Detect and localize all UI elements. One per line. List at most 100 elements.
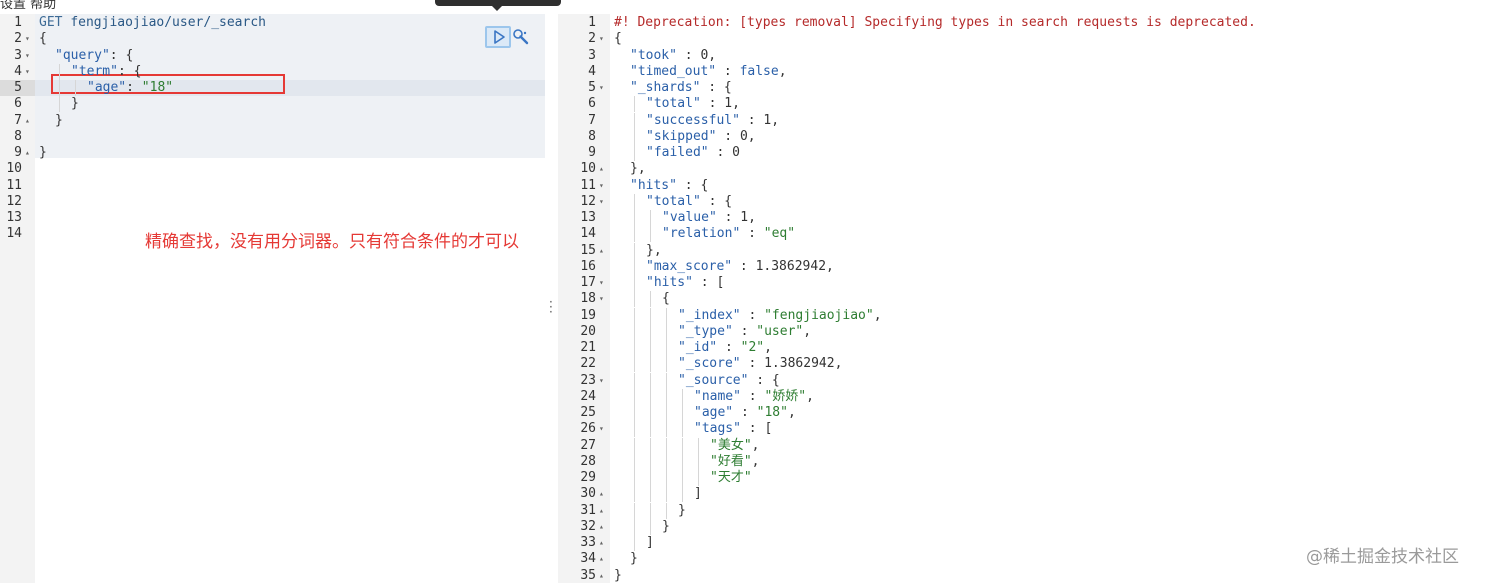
line-number: 8 xyxy=(588,128,596,144)
line-number: 20 xyxy=(580,323,596,339)
code-line: } xyxy=(610,503,1512,519)
indent-guide xyxy=(634,405,635,421)
line-number: 6 xyxy=(14,96,22,112)
indent-guide xyxy=(634,356,635,373)
fold-toggle-icon[interactable]: ▾ xyxy=(25,31,30,47)
indent-guide xyxy=(666,470,667,486)
indent-guide xyxy=(650,226,651,243)
line-number: 22 xyxy=(580,356,596,372)
indent-guide xyxy=(666,453,667,470)
vertical-dots-icon[interactable]: · · · xyxy=(549,296,553,318)
indent-guide xyxy=(682,405,683,421)
indent-guide xyxy=(634,145,635,161)
indent-guide xyxy=(634,258,635,275)
indent-guide xyxy=(650,470,651,486)
code-text: { xyxy=(614,31,622,47)
code-token: , xyxy=(748,210,756,225)
code-token: { xyxy=(662,291,670,307)
code-text: "美女", xyxy=(710,438,759,454)
indent-guide xyxy=(650,518,651,535)
line-number: 12 xyxy=(6,193,22,209)
top-menu-text[interactable]: 设置 帮助 xyxy=(0,0,56,12)
indent-guide xyxy=(634,518,635,535)
fold-toggle-icon[interactable]: ▴ xyxy=(599,535,604,551)
code-token: : xyxy=(126,80,142,95)
code-token: #! Deprecation: [types removal] Specifyi… xyxy=(614,15,1256,30)
fold-toggle-icon[interactable]: ▴ xyxy=(25,113,30,129)
request-editor[interactable]: 精确查找，没有用分词器。只有符合条件的才可以 1 GET fengjiaojiao… xyxy=(0,14,545,583)
line-number: 5 xyxy=(14,80,22,95)
line-number: 1 xyxy=(588,15,596,30)
code-token: } xyxy=(39,145,47,160)
fold-toggle-icon[interactable]: ▴ xyxy=(599,243,604,259)
indent-guide xyxy=(666,372,667,389)
indent-guide xyxy=(634,210,635,226)
code-token: "2" xyxy=(740,340,765,355)
fold-toggle-icon[interactable]: ▴ xyxy=(599,568,604,583)
fold-toggle-icon[interactable]: ▾ xyxy=(599,31,604,47)
fold-toggle-icon[interactable]: ▴ xyxy=(599,161,604,177)
code-text: } xyxy=(39,145,47,161)
line-number: 21 xyxy=(580,340,596,355)
code-line: "_source" : { xyxy=(610,373,1512,389)
code-token: "total" xyxy=(646,193,701,209)
code-token: , xyxy=(873,307,882,323)
fold-toggle-icon[interactable]: ▾ xyxy=(25,48,30,64)
indent-guide xyxy=(666,356,667,373)
indent-guide xyxy=(634,535,635,551)
fold-toggle-icon[interactable]: ▾ xyxy=(599,178,604,194)
indent-guide xyxy=(650,340,651,356)
code-text: "term": { xyxy=(71,64,141,80)
indent-guide xyxy=(682,453,683,470)
fold-toggle-icon[interactable]: ▾ xyxy=(599,194,604,210)
fold-toggle-icon[interactable]: ▾ xyxy=(599,291,604,307)
line-number: 34 xyxy=(580,551,596,567)
code-line: "好看", xyxy=(610,454,1512,470)
code-line: "timed_out" : false, xyxy=(610,64,1512,80)
code-token: "hits" xyxy=(646,275,693,290)
code-token: : [ xyxy=(740,421,773,437)
code-token: "_source" xyxy=(678,372,749,388)
fold-toggle-icon[interactable]: ▴ xyxy=(599,519,604,535)
code-token: : { xyxy=(117,63,142,79)
code-text: }, xyxy=(646,243,662,259)
code-line: ] xyxy=(610,486,1512,502)
code-token: , xyxy=(834,356,843,372)
indent-guide xyxy=(634,372,635,389)
fold-toggle-icon[interactable]: ▴ xyxy=(25,145,30,161)
indent-guide xyxy=(650,421,651,438)
code-line: "_id" : "2", xyxy=(610,340,1512,356)
fold-toggle-icon[interactable]: ▾ xyxy=(25,64,30,80)
line-number: 17 xyxy=(580,275,596,290)
indent-guide xyxy=(634,388,635,405)
code-text: "value" : 1, xyxy=(662,210,756,226)
code-line: }, xyxy=(610,161,1512,177)
code-line: "_shards" : { xyxy=(610,80,1512,96)
code-token: 1 xyxy=(724,96,733,112)
fold-toggle-icon[interactable]: ▾ xyxy=(599,275,604,291)
fold-toggle-icon[interactable]: ▾ xyxy=(599,373,604,389)
fold-toggle-icon[interactable]: ▴ xyxy=(599,551,604,567)
line-number: 3 xyxy=(14,47,22,63)
code-line: "美女", xyxy=(610,438,1512,454)
code-token: "天才" xyxy=(710,470,752,485)
code-token: fengjiaojiao/user/_search xyxy=(70,15,266,30)
fold-toggle-icon[interactable]: ▾ xyxy=(599,421,604,437)
code-token: "_id" xyxy=(678,340,718,355)
line-number: 33 xyxy=(580,535,596,550)
fold-toggle-icon[interactable]: ▴ xyxy=(599,486,604,502)
line-number: 29 xyxy=(580,470,596,485)
indent-guide xyxy=(650,453,651,470)
code-text: "total" : 1, xyxy=(646,96,740,112)
code-token: : { xyxy=(109,47,134,63)
line-number: 14 xyxy=(6,226,22,242)
indent-guide xyxy=(634,307,635,324)
indent-guide xyxy=(682,486,683,503)
fold-toggle-icon[interactable]: ▾ xyxy=(599,80,604,96)
code-text: } xyxy=(630,551,638,567)
code-line: "skipped" : 0, xyxy=(610,129,1512,145)
fold-toggle-icon[interactable]: ▴ xyxy=(599,503,604,519)
